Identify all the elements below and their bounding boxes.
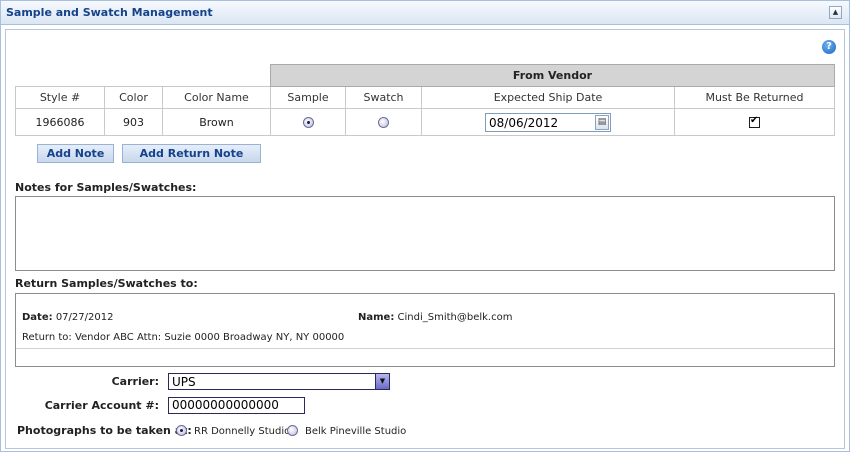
divider: [16, 348, 834, 349]
panel-body: ? From Vendor Style # Color Color Name S…: [5, 29, 845, 449]
from-vendor-header: From Vendor: [270, 64, 835, 87]
sample-radio[interactable]: [302, 117, 314, 128]
add-note-button[interactable]: Add Note: [37, 144, 114, 163]
column-header-style: Style #: [15, 86, 105, 109]
color-name-cell: Brown: [162, 108, 271, 136]
notes-textarea[interactable]: [15, 196, 835, 271]
panel-title: Sample and Swatch Management: [6, 6, 213, 19]
color-cell: 903: [104, 108, 163, 136]
calendar-icon[interactable]: ▤: [595, 114, 609, 130]
carrier-account-input[interactable]: 00000000000000: [168, 397, 305, 414]
chevron-down-icon[interactable]: ▼: [375, 374, 389, 389]
sample-table: From Vendor Style # Color Color Name Sam…: [15, 64, 835, 136]
expected-ship-date-value: 08/06/2012: [489, 115, 559, 130]
sample-cell: [270, 108, 346, 136]
table-row: 1966086 903 Brown 08/06/2012 ▤: [15, 108, 835, 136]
return-label: Return Samples/Swatches to:: [15, 277, 198, 290]
notes-label: Notes for Samples/Swatches:: [15, 181, 197, 194]
column-header-must-be-returned: Must Be Returned: [674, 86, 835, 109]
must-be-returned-checkbox[interactable]: [749, 115, 760, 128]
photo-option-rr-donnelly-radio[interactable]: [176, 425, 187, 436]
photo-option-belk-pineville-label: Belk Pineville Studio: [305, 426, 407, 437]
photographs-label: Photographs to be taken at:: [17, 424, 192, 437]
collapse-icon[interactable]: ▲: [829, 6, 842, 19]
carrier-account-label: Carrier Account #:: [44, 399, 159, 412]
return-address: Return to: Vendor ABC Attn: Suzie 0000 B…: [22, 332, 345, 343]
column-header-expected-ship-date: Expected Ship Date: [421, 86, 675, 109]
table-header-row: Style # Color Color Name Sample Swatch E…: [15, 86, 835, 109]
carrier-value: UPS: [172, 375, 196, 389]
swatch-cell: [345, 108, 422, 136]
panel-header: Sample and Swatch Management ▲: [1, 1, 849, 25]
photo-option-rr-donnelly-label: RR Donnelly Studio: [194, 426, 291, 437]
column-header-color-name: Color Name: [162, 86, 271, 109]
return-info-box: Date: 07/27/2012 Name: Cindi_Smith@belk.…: [15, 293, 835, 367]
help-icon[interactable]: ?: [822, 40, 836, 54]
column-header-swatch: Swatch: [345, 86, 422, 109]
return-date: Date: 07/27/2012: [22, 312, 114, 323]
ship-date-cell: 08/06/2012 ▤: [421, 108, 675, 136]
swatch-radio[interactable]: [378, 117, 389, 128]
carrier-select[interactable]: UPS ▼: [168, 373, 390, 390]
expected-ship-date-field[interactable]: 08/06/2012 ▤: [485, 112, 611, 132]
carrier-label: Carrier:: [111, 375, 159, 388]
add-return-note-button[interactable]: Add Return Note: [122, 144, 261, 163]
table-spacer: [16, 65, 271, 87]
sample-swatch-panel: Sample and Swatch Management ▲ ? From Ve…: [0, 0, 850, 452]
column-header-sample: Sample: [270, 86, 346, 109]
return-name: Name: Cindi_Smith@belk.com: [358, 312, 513, 323]
must-return-cell: [674, 108, 835, 136]
style-cell: 1966086: [15, 108, 105, 136]
column-header-color: Color: [104, 86, 163, 109]
photo-option-belk-pineville-radio[interactable]: [287, 425, 298, 436]
